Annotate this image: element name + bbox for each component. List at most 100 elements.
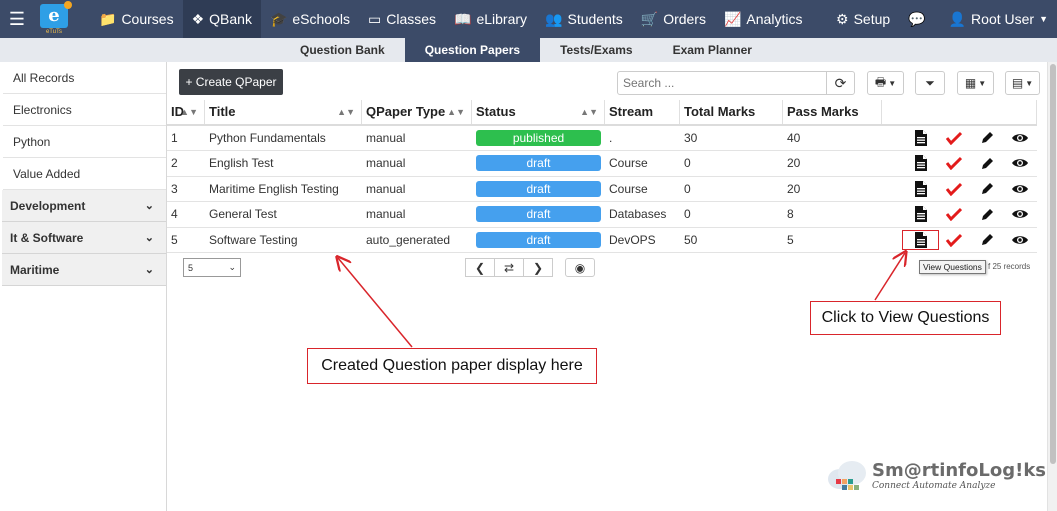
- edit-pencil-icon[interactable]: [971, 207, 1004, 222]
- tab-tests-exams[interactable]: Tests/Exams: [540, 38, 653, 62]
- view-questions-icon[interactable]: [901, 229, 940, 250]
- view-eye-icon[interactable]: [1004, 208, 1037, 220]
- column-header-id[interactable]: ID ▲▼: [167, 100, 205, 124]
- row-actions: [882, 126, 1037, 151]
- column-header-title[interactable]: Title ▲▼: [205, 100, 362, 124]
- nav-item-qbank[interactable]: ❖ QBank: [182, 0, 261, 38]
- nav-item-eschools[interactable]: 🎓 eSchools: [261, 0, 359, 38]
- brand-tagline: Connect Automate Analyze: [872, 481, 996, 491]
- view-eye-icon[interactable]: [1004, 183, 1037, 195]
- tab-exam-planner[interactable]: Exam Planner: [653, 38, 772, 62]
- row-actions: [882, 202, 1037, 227]
- column-header-pass-marks[interactable]: Pass Marks: [783, 100, 882, 124]
- nav-item-classes[interactable]: ▭ Classes: [359, 0, 445, 38]
- page-size-value: 5: [188, 262, 194, 273]
- cell-pass-marks: 40: [787, 130, 801, 145]
- columns-button[interactable]: ▦ ▼: [957, 71, 994, 95]
- view-eye-icon[interactable]: [1004, 132, 1037, 144]
- cell-pass-marks: 5: [787, 232, 794, 247]
- sidebar-item-electronics[interactable]: Electronics: [3, 94, 166, 126]
- export-button[interactable]: ▤ ▼: [1005, 71, 1040, 95]
- view-eye-icon[interactable]: [1004, 157, 1037, 169]
- print-icon: 🖶: [874, 74, 887, 89]
- status-badge: draft: [476, 231, 601, 248]
- sort-icon: ▲▼: [447, 106, 465, 117]
- approve-check-icon[interactable]: [937, 131, 970, 145]
- edit-pencil-icon[interactable]: [971, 232, 1004, 247]
- nav-item-analytics[interactable]: 📈 Analytics: [715, 0, 811, 38]
- edit-pencil-icon[interactable]: [971, 156, 1004, 171]
- view-questions-icon[interactable]: [904, 129, 937, 146]
- prev-page-button[interactable]: ❮: [465, 258, 495, 277]
- approve-check-icon[interactable]: [937, 207, 970, 222]
- cell-stream: Databases: [609, 207, 667, 222]
- cell-status: draft: [472, 151, 605, 176]
- scrollbar-thumb[interactable]: [1050, 64, 1056, 464]
- cell-type: manual: [366, 156, 406, 171]
- nav-item-elibrary[interactable]: 📖 eLibrary: [445, 0, 536, 38]
- cell-status: draft: [472, 228, 605, 253]
- create-qpaper-button[interactable]: + Create QPaper: [179, 69, 283, 95]
- cell-id: 1: [171, 130, 178, 145]
- tab-question-bank[interactable]: Question Bank: [280, 38, 405, 62]
- cell-title: General Test: [209, 207, 277, 222]
- menu-icon[interactable]: ☰: [0, 0, 34, 38]
- cell-type: manual: [366, 207, 406, 222]
- view-questions-icon[interactable]: [904, 180, 937, 197]
- nav-item-students[interactable]: 👥 Students: [536, 0, 632, 38]
- edit-pencil-icon[interactable]: [971, 181, 1004, 196]
- column-header-total-marks[interactable]: Total Marks: [680, 100, 783, 124]
- nav-right-group: ⚙ Setup 💬 👤 Root User ▼: [827, 0, 1057, 38]
- chat-icon: 💬: [908, 10, 926, 27]
- gear-icon: ⚙: [836, 10, 849, 27]
- app-logo[interactable]: e eTuTs: [34, 0, 74, 35]
- category-label: Maritime: [10, 262, 60, 277]
- sidebar-category-development[interactable]: Development ⌄: [2, 190, 166, 222]
- goto-page-button[interactable]: ◉: [565, 258, 595, 277]
- column-header-qpaper-type[interactable]: QPaper Type ▲▼: [362, 100, 472, 124]
- cell-title: English Test: [209, 156, 274, 171]
- view-eye-icon[interactable]: [1004, 234, 1037, 246]
- cell-id: 2: [171, 156, 178, 171]
- records-count: f 25 records: [988, 262, 1031, 271]
- next-page-button[interactable]: ❯: [523, 258, 553, 277]
- column-header-stream[interactable]: Stream: [605, 100, 680, 124]
- chat-button[interactable]: 💬: [899, 0, 939, 38]
- line-chart-icon: 📈: [723, 10, 742, 27]
- approve-check-icon[interactable]: [937, 156, 970, 171]
- sidebar-item-all-records[interactable]: All Records: [3, 62, 166, 94]
- reload-page-button[interactable]: ⇄: [494, 258, 524, 277]
- page-size-select[interactable]: 5 ⌄: [183, 258, 241, 277]
- vertical-scrollbar[interactable]: [1047, 62, 1057, 511]
- brand-name: Sm@rtinfoLog!ks: [872, 460, 1046, 481]
- user-menu[interactable]: 👤 Root User ▼: [940, 0, 1057, 38]
- nav-item-orders[interactable]: 🛒 Orders: [632, 0, 715, 38]
- sidebar-category-it-software[interactable]: It & Software ⌄: [2, 222, 166, 254]
- approve-check-icon[interactable]: [937, 233, 970, 247]
- cell-status: published: [472, 126, 605, 151]
- search-input[interactable]: [618, 72, 826, 94]
- edit-pencil-icon[interactable]: [971, 130, 1004, 145]
- caret-down-icon: ▼: [1039, 14, 1048, 24]
- cell-pass-marks: 8: [787, 207, 794, 222]
- nav-item-courses[interactable]: 📁 Courses: [90, 0, 183, 38]
- sidebar-item-value-added[interactable]: Value Added: [3, 158, 166, 190]
- setup-menu[interactable]: ⚙ Setup: [827, 0, 899, 38]
- view-questions-icon[interactable]: [904, 206, 937, 223]
- tab-question-papers[interactable]: Question Papers: [404, 38, 541, 62]
- print-button[interactable]: 🖶 ▼: [867, 71, 904, 95]
- sort-icon: ▲▼: [337, 106, 355, 117]
- sidebar-category-maritime[interactable]: Maritime ⌄: [2, 254, 166, 286]
- refresh-icon[interactable]: ⟳: [826, 72, 854, 94]
- view-questions-icon[interactable]: [904, 155, 937, 172]
- cell-total-marks: 50: [684, 232, 698, 247]
- sidebar-item-python[interactable]: Python: [3, 126, 166, 158]
- chevron-right-icon: ❯: [532, 260, 544, 275]
- column-label: QPaper Type: [366, 104, 446, 120]
- approve-check-icon[interactable]: [937, 182, 970, 196]
- status-badge: draft: [476, 180, 601, 197]
- filter-button[interactable]: ⏷: [915, 71, 945, 95]
- column-header-status[interactable]: Status ▲▼: [472, 100, 605, 124]
- caret-down-icon: ▼: [888, 78, 897, 88]
- status-badge: published: [476, 129, 601, 146]
